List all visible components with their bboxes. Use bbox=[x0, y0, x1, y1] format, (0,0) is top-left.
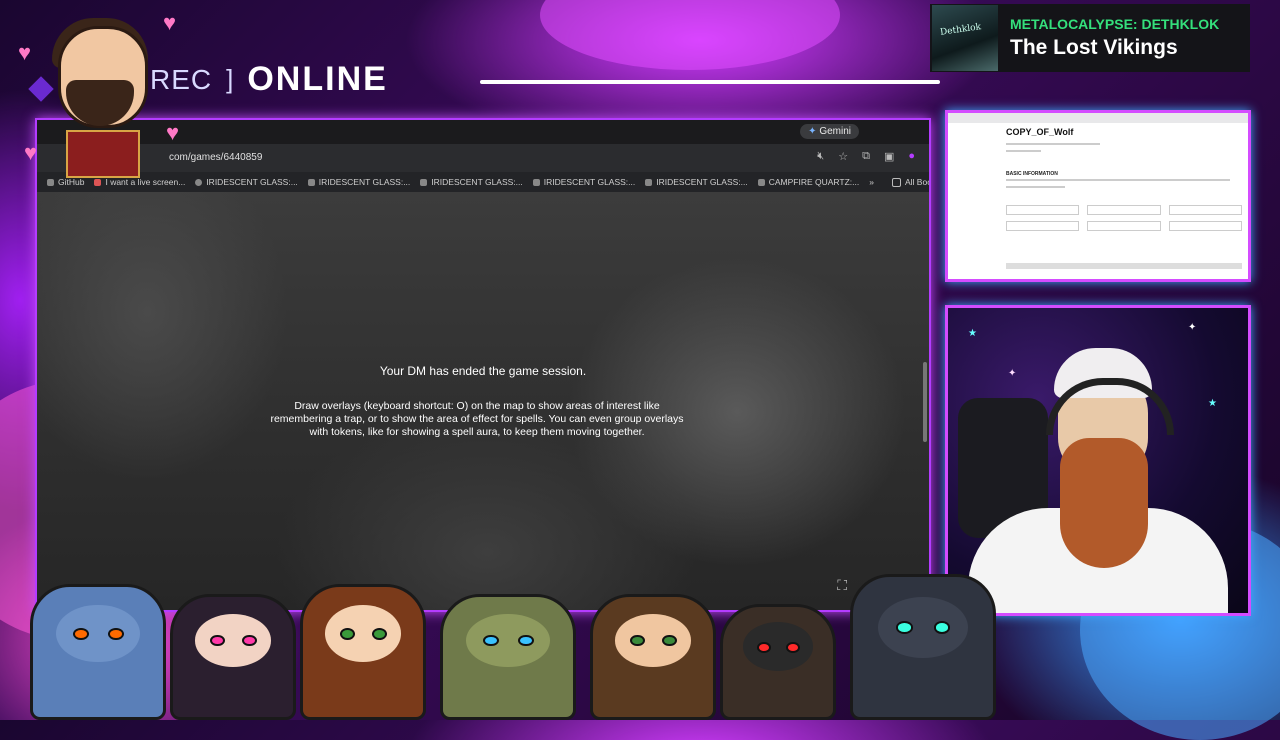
druid-character bbox=[590, 594, 716, 720]
album-art-text: Dethklok bbox=[939, 22, 982, 38]
now-playing-track: The Lost Vikings bbox=[1010, 36, 1178, 59]
spellbook-icon bbox=[66, 130, 140, 178]
d20-dice-icon bbox=[28, 76, 54, 102]
mage-character bbox=[300, 584, 426, 720]
now-playing-artist: METALOCALYPSE: DETHKLOK bbox=[1010, 16, 1220, 32]
heart-icon: ♥ bbox=[166, 120, 180, 145]
gemini-button[interactable]: Gemini bbox=[800, 124, 859, 139]
orc-character bbox=[30, 584, 166, 720]
star-icon: ✦ bbox=[1188, 322, 1197, 333]
bookmark-iridescent-glass[interactable]: IRIDESCENT GLASS:... bbox=[420, 177, 523, 187]
doc-tab-strip bbox=[948, 113, 1248, 123]
all-bookmarks-button[interactable]: All Bookmarks bbox=[892, 177, 929, 187]
bookmark-favicon-icon bbox=[757, 178, 765, 186]
tip-message: Draw overlays (keyboard shortcut: O) on … bbox=[270, 400, 684, 438]
star-icon: ★ bbox=[1208, 398, 1217, 409]
bookmark-iridescent-glass[interactable]: IRIDESCENT GLASS:... bbox=[307, 177, 410, 187]
more-bookmarks-button[interactable]: » bbox=[869, 177, 874, 187]
sidebar-icon[interactable]: ▣ bbox=[884, 150, 894, 163]
doc-title: COPY_OF_Wolf bbox=[1006, 127, 1074, 137]
session-ended-message: Your DM has ended the game session. bbox=[379, 364, 587, 378]
bookmark-iridescent-glass[interactable]: IRIDESCENT GLASS:... bbox=[195, 177, 298, 187]
dragonborn-character bbox=[850, 574, 996, 720]
heart-icon: ♥ bbox=[163, 10, 177, 35]
mute-site-icon[interactable]: 🔇︎ bbox=[817, 150, 824, 163]
doc-text-lines bbox=[1006, 179, 1242, 193]
game-map-area[interactable]: Your DM has ended the game session. Draw… bbox=[37, 192, 929, 610]
bookmark-iridescent-glass[interactable]: IRIDESCENT GLASS:... bbox=[532, 177, 635, 187]
bookmark-favicon-icon bbox=[532, 178, 540, 186]
heart-icon: ♥ bbox=[24, 140, 38, 165]
bookmark-iridescent-glass[interactable]: IRIDESCENT GLASS:... bbox=[645, 177, 748, 187]
star-icon: ✦ bbox=[1008, 368, 1017, 379]
heart-icon: ♥ bbox=[18, 40, 32, 65]
doc-editor-toolbar bbox=[1006, 263, 1242, 269]
bracket-glyph: ] bbox=[226, 64, 234, 94]
album-art: Dethklok bbox=[932, 5, 998, 71]
doc-text-lines bbox=[1006, 143, 1242, 157]
lizardfolk-character bbox=[440, 594, 576, 720]
now-playing-widget: Dethklok METALOCALYPSE: DETHKLOK The Los… bbox=[930, 4, 1250, 72]
scrollbar-thumb[interactable] bbox=[923, 362, 927, 442]
background-swirl bbox=[540, 0, 840, 70]
bookmark-favicon-icon bbox=[645, 178, 653, 186]
extensions-icon[interactable]: ⧉ bbox=[862, 150, 870, 163]
bookmark-campfire-quartz[interactable]: CAMPFIRE QUARTZ:... bbox=[757, 177, 859, 187]
bookmark-favicon-icon bbox=[420, 178, 428, 186]
doc-form-fields bbox=[1006, 205, 1242, 231]
star-icon: ★ bbox=[968, 328, 977, 339]
goblin-character bbox=[720, 604, 836, 720]
party-characters bbox=[30, 560, 1020, 720]
document-preview: COPY_OF_Wolf BASIC INFORMATION bbox=[945, 110, 1251, 282]
elf-rogue-character bbox=[170, 594, 296, 720]
profile-icon[interactable]: ● bbox=[908, 150, 915, 163]
streamer-beard bbox=[1060, 438, 1148, 568]
folder-icon bbox=[892, 177, 901, 187]
bookmark-star-icon[interactable]: ☆ bbox=[838, 150, 848, 163]
globe-icon bbox=[195, 178, 203, 186]
doc-section-heading: BASIC INFORMATION bbox=[1006, 171, 1058, 177]
online-label: ONLINE bbox=[247, 60, 388, 98]
host-avatar: ♥ ♥ ♥ ♥ bbox=[18, 10, 188, 185]
header-divider bbox=[480, 80, 940, 84]
browser-window: Gemini com/games/6440859 🔇︎ ☆ ⧉ ▣ ● GitH… bbox=[35, 118, 931, 612]
bookmark-favicon-icon bbox=[307, 178, 315, 186]
